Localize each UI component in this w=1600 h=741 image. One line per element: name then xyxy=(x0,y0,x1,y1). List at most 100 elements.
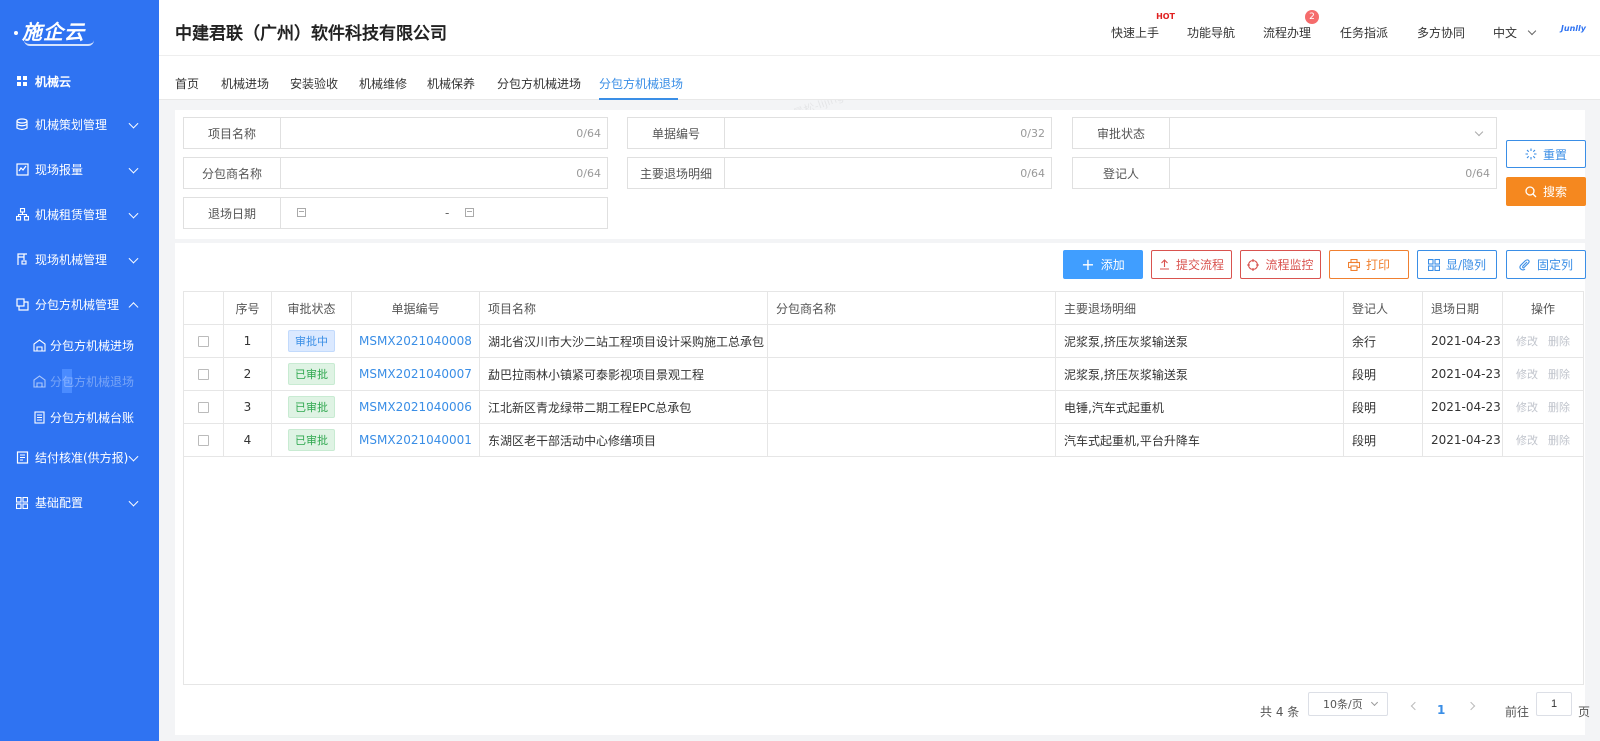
row-checkbox[interactable] xyxy=(198,335,209,347)
sidebar-item-leasing[interactable]: 机械租赁管理 xyxy=(0,192,159,237)
sidebar-item-site-machinery[interactable]: 现场机械管理 xyxy=(0,237,159,282)
chevron-down-icon xyxy=(128,208,139,219)
page-size-select[interactable]: 10条/页 xyxy=(1308,692,1388,716)
excavator-icon xyxy=(15,298,29,312)
exit-detail-input[interactable]: 0/64 xyxy=(725,158,1051,188)
registrant-input[interactable]: 0/64 xyxy=(1170,158,1496,188)
tab-subcontractor-entry[interactable]: 分包方机械进场 xyxy=(497,75,581,92)
cell-detail: 电锤,汽车式起重机 xyxy=(1056,391,1344,423)
document-link[interactable]: MSMX2021040008 xyxy=(359,334,472,348)
sidebar-item-base-config[interactable]: 基础配置 xyxy=(0,480,159,525)
tab-home[interactable]: 首页 xyxy=(175,75,199,92)
search-button[interactable]: 搜索 xyxy=(1506,177,1586,206)
logo-dot xyxy=(14,31,18,35)
edit-link[interactable]: 修改 xyxy=(1516,333,1538,349)
row-checkbox[interactable] xyxy=(198,434,209,446)
document-link[interactable]: MSMX2021040001 xyxy=(359,433,472,447)
sidebar-item-subcontractor-machinery[interactable]: 分包方机械管理 xyxy=(0,282,159,327)
cell-project: 江北新区青龙绿带二期工程EPC总承包 xyxy=(480,391,768,423)
crane-icon xyxy=(15,253,29,267)
exit-date-range[interactable]: - xyxy=(281,198,607,228)
sidebar-item-planning[interactable]: 机械策划管理 xyxy=(0,102,159,147)
cell-date: 2021-04-23 xyxy=(1423,358,1503,390)
calendar-icon xyxy=(297,208,306,217)
fix-columns-button[interactable]: 固定列 xyxy=(1506,250,1586,279)
document-number-input[interactable]: 0/32 xyxy=(725,118,1051,148)
search-icon xyxy=(1525,185,1537,197)
monitor-flow-button[interactable]: 流程监控 xyxy=(1240,250,1321,279)
tab-subcontractor-exit[interactable]: 分包方机械退场 xyxy=(599,75,683,92)
row-checkbox[interactable] xyxy=(198,401,209,413)
table-row[interactable]: 1 审批中 MSMX2021040008 湖北省汉川市大沙二站工程项目设计采购施… xyxy=(184,325,1583,358)
document-link[interactable]: MSMX2021040006 xyxy=(359,400,472,414)
table-header: 序号 审批状态 单据编号 项目名称 分包商名称 主要退场明细 登记人 退场日期 … xyxy=(184,292,1583,325)
submit-flow-button[interactable]: 提交流程 xyxy=(1151,250,1232,279)
edit-link[interactable]: 修改 xyxy=(1516,366,1538,382)
project-name-input[interactable]: 0/64 xyxy=(281,118,607,148)
sidebar-item-label: 机械策划管理 xyxy=(35,118,108,132)
goto-page-input[interactable] xyxy=(1536,692,1572,716)
cell-status: 审批中 xyxy=(272,325,352,357)
delete-link[interactable]: 删除 xyxy=(1548,333,1570,349)
table-row[interactable]: 2 已审批 MSMX2021040007 勐巴拉雨林小镇紧可泰影视项目景观工程 … xyxy=(184,358,1583,391)
row-checkbox[interactable] xyxy=(198,368,209,380)
print-label: 打印 xyxy=(1365,258,1390,272)
field-label: 退场日期 xyxy=(184,198,281,228)
header-nav-quick-start[interactable]: 快速上手 HOT xyxy=(1111,12,1175,41)
delete-link[interactable]: 删除 xyxy=(1548,399,1570,415)
document-link[interactable]: MSMX2021040007 xyxy=(359,367,472,381)
field-label: 主要退场明细 xyxy=(628,158,725,188)
delete-link[interactable]: 删除 xyxy=(1548,366,1570,382)
tab-install-acceptance[interactable]: 安装验收 xyxy=(290,75,338,92)
search-label: 搜索 xyxy=(1542,185,1567,199)
approval-status-select[interactable] xyxy=(1170,118,1496,148)
add-button[interactable]: + 添加 xyxy=(1063,250,1143,279)
current-page[interactable]: 1 xyxy=(1437,703,1445,717)
tab-machinery-entry[interactable]: 机械进场 xyxy=(221,75,269,92)
cell-person: 段明 xyxy=(1344,358,1423,390)
sidebar-item-settlement[interactable]: 结付核准(供方报) xyxy=(0,435,159,480)
header-nav-collaboration[interactable]: 多方协同 xyxy=(1417,24,1465,41)
sidebar-subitem-label: 分包方机械进场 xyxy=(50,338,135,353)
field-label: 登记人 xyxy=(1073,158,1170,188)
status-badge: 已审批 xyxy=(288,363,335,385)
tab-machinery-repair[interactable]: 机械维修 xyxy=(359,75,407,92)
sidebar-subitem-ledger[interactable]: 分包方机械台账 xyxy=(0,399,159,435)
reset-button[interactable]: 重置 xyxy=(1506,140,1586,168)
header-nav-task-assign[interactable]: 任务指派 xyxy=(1340,24,1388,41)
subcontractor-name-input[interactable]: 0/64 xyxy=(281,158,607,188)
sidebar-item-machinery-cloud[interactable]: 机械云 xyxy=(0,60,159,102)
row-checkbox-cell xyxy=(184,325,224,357)
table-row[interactable]: 3 已审批 MSMX2021040006 江北新区青龙绿带二期工程EPC总承包 … xyxy=(184,391,1583,424)
cell-person: 段明 xyxy=(1344,424,1423,456)
exit-date-field: 退场日期 - xyxy=(183,197,608,229)
goto-suffix: 页 xyxy=(1578,705,1591,719)
brand-logo[interactable]: 施企云 xyxy=(0,0,159,60)
print-button[interactable]: 打印 xyxy=(1329,250,1409,279)
monitor-flow-label: 流程监控 xyxy=(1265,258,1314,272)
header-nav-process[interactable]: 流程办理 2 xyxy=(1263,10,1320,41)
edit-link[interactable]: 修改 xyxy=(1516,432,1538,448)
tab-machinery-maintenance[interactable]: 机械保养 xyxy=(427,75,475,92)
status-badge: 已审批 xyxy=(288,429,335,451)
cell-no: 4 xyxy=(224,424,272,456)
delete-link[interactable]: 删除 xyxy=(1548,432,1570,448)
sidebar-item-label: 现场报量 xyxy=(35,163,84,177)
char-count: 0/64 xyxy=(1020,167,1045,180)
sidebar-subitem-exit[interactable]: 分包方机械退场 xyxy=(0,363,159,399)
header-cell: 登记人 xyxy=(1344,292,1423,324)
table-row[interactable]: 4 已审批 MSMX2021040001 东湖区老干部活动中心修缮项目 汽车式起… xyxy=(184,424,1583,457)
sidebar-item-site-report[interactable]: 现场报量 xyxy=(0,147,159,192)
field-label: 分包商名称 xyxy=(184,158,281,188)
report-icon xyxy=(15,163,29,177)
sidebar-subitem-label: 分包方机械退场 xyxy=(50,374,135,389)
status-badge: 审批中 xyxy=(288,330,335,352)
add-label: 添加 xyxy=(1100,258,1125,272)
sidebar-subitem-entry[interactable]: 分包方机械进场 xyxy=(0,327,159,363)
header-nav-function-guide[interactable]: 功能导航 xyxy=(1187,24,1235,41)
chevron-down-icon xyxy=(1527,26,1537,36)
show-hide-columns-button[interactable]: 显/隐列 xyxy=(1417,250,1497,279)
language-selector[interactable]: 中文 xyxy=(1493,24,1537,41)
edit-link[interactable]: 修改 xyxy=(1516,399,1538,415)
subcontractor-name-field: 分包商名称 0/64 xyxy=(183,157,608,189)
